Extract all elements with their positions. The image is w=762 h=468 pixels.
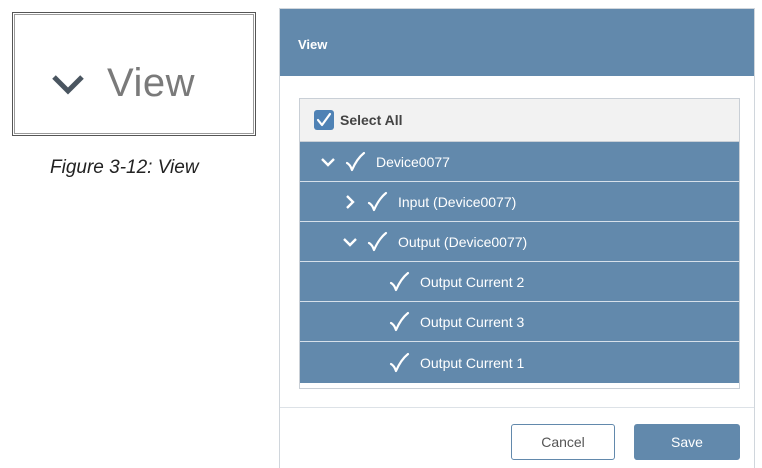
view-dialog: View Select All Device0077 Input (Device0… <box>280 9 754 468</box>
tree-row[interactable]: Device0077 <box>300 142 739 182</box>
tree-row-label: Output (Device0077) <box>398 233 528 250</box>
checkmark-icon[interactable] <box>366 191 388 213</box>
tree-row-label: Device0077 <box>376 153 450 170</box>
chevron-down-icon[interactable] <box>342 234 358 250</box>
select-all-row[interactable]: Select All <box>300 99 739 142</box>
footer-divider <box>280 407 754 408</box>
checkmark-icon[interactable] <box>344 151 366 173</box>
chevron-down-icon[interactable] <box>320 154 336 170</box>
device-tree: Device0077 Input (Device0077) Output (Devi… <box>300 142 739 383</box>
tree-row[interactable]: Output (Device0077) <box>300 222 739 262</box>
cancel-button[interactable]: Cancel <box>511 424 615 460</box>
checkmark-icon[interactable] <box>388 352 410 374</box>
tree-row[interactable]: Output Current 1 <box>300 342 739 383</box>
tree-row[interactable]: Input (Device0077) <box>300 182 739 222</box>
tree-row-label: Output Current 1 <box>420 354 525 371</box>
tree-row[interactable]: Output Current 2 <box>300 262 739 302</box>
view-label: View <box>107 61 195 105</box>
tree-row[interactable]: Output Current 3 <box>300 302 739 342</box>
page: View Figure 3-12: View View Select All D… <box>0 0 762 468</box>
select-all-label: Select All <box>340 112 403 128</box>
tree-row-label: Input (Device0077) <box>398 193 517 210</box>
checkmark-icon[interactable] <box>366 231 388 253</box>
figure-caption: Figure 3-12: View <box>50 157 199 178</box>
checkmark-icon <box>316 112 332 127</box>
dialog-title: View <box>298 37 328 52</box>
tree-panel: Select All Device0077 Input (Device0077) O… <box>299 98 740 389</box>
tree-row-label: Output Current 3 <box>420 313 525 330</box>
save-button[interactable]: Save <box>634 424 740 460</box>
figure-frame: View <box>12 12 256 136</box>
checkmark-icon[interactable] <box>388 271 410 293</box>
checkmark-icon[interactable] <box>388 311 410 333</box>
chevron-right-icon[interactable] <box>342 194 358 210</box>
dialog-header: View <box>280 9 754 76</box>
select-all-checkbox[interactable] <box>314 110 334 130</box>
tree-row-label: Output Current 2 <box>420 273 525 290</box>
view-button-zoomed: View <box>51 61 195 106</box>
chevron-down-icon <box>52 74 84 95</box>
